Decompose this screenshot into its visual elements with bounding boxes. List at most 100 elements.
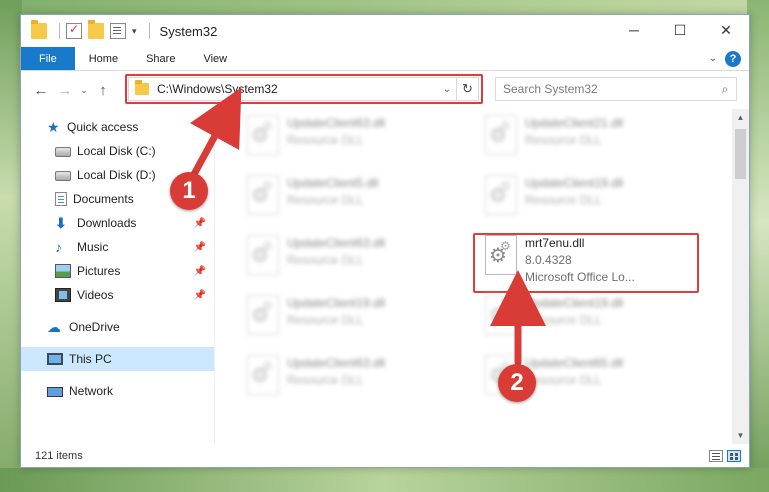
close-button[interactable]: ✕ xyxy=(703,15,749,45)
videos-icon xyxy=(55,288,71,302)
vertical-scrollbar[interactable]: ▲ ▼ xyxy=(732,109,749,444)
properties-check-icon[interactable] xyxy=(66,22,82,39)
sidebar-item-label: Music xyxy=(77,240,109,254)
dll-file-icon xyxy=(247,295,279,335)
cloud-icon: ☁ xyxy=(47,319,61,335)
sidebar-item-music[interactable]: ♪ Music 📌 xyxy=(21,235,214,259)
sidebar-item-videos[interactable]: Videos 📌 xyxy=(21,283,214,307)
quick-access-toolbar: ▾ System32 xyxy=(21,15,217,47)
help-icon[interactable]: ? xyxy=(725,51,741,67)
sidebar-item-local-disk-c[interactable]: Local Disk (C:) xyxy=(21,139,214,163)
sidebar-item-label: Downloads xyxy=(77,216,137,230)
pictures-icon xyxy=(55,264,71,278)
search-box[interactable]: ⌕ xyxy=(495,77,737,101)
dll-file-icon xyxy=(247,235,279,275)
chevron-down-icon[interactable]: ▾ xyxy=(132,26,137,37)
file-type: Microsoft Office Lo... xyxy=(525,270,635,284)
file-explorer-window: ▾ System32 ─ ☐ ✕ File Home Share View ⌄ … xyxy=(20,14,750,468)
file-type: Resource DLL xyxy=(525,313,602,327)
toolbar-divider xyxy=(148,23,150,39)
minimize-button[interactable]: ─ xyxy=(611,15,657,45)
pin-icon[interactable]: 📌 xyxy=(194,290,206,301)
new-folder-icon[interactable] xyxy=(88,20,104,39)
file-type: Resource DLL xyxy=(287,373,364,387)
toolbar-divider xyxy=(59,23,60,39)
title-bar: ▾ System32 ─ ☐ ✕ xyxy=(21,15,749,47)
up-button[interactable]: ↑ xyxy=(91,78,115,102)
pin-icon[interactable]: 📌 xyxy=(194,242,206,253)
file-name: UpdateClient19.dll xyxy=(525,296,624,310)
back-button[interactable]: ← xyxy=(29,78,53,102)
details-view-icon[interactable] xyxy=(709,450,723,462)
sidebar-item-network[interactable]: Network xyxy=(21,379,214,403)
chevron-down-icon[interactable]: ⌄ xyxy=(438,84,456,95)
customize-icon[interactable] xyxy=(110,23,126,39)
star-icon: ★ xyxy=(47,119,60,135)
documents-icon xyxy=(55,192,67,206)
navigation-bar: ← → ⌄ ↑ C:\Windows\System32 ⌄ ↻ ⌕ xyxy=(21,71,749,109)
dll-file-icon xyxy=(485,115,517,155)
sidebar-item-pictures[interactable]: Pictures 📌 xyxy=(21,259,214,283)
pin-icon[interactable]: 📌 xyxy=(194,266,206,277)
dll-file-icon xyxy=(247,355,279,395)
refresh-button[interactable]: ↻ xyxy=(456,78,478,100)
file-item-mrt7enu[interactable]: mrt7enu.dll 8.0.4328 Microsoft Office Lo… xyxy=(479,231,699,284)
search-input[interactable] xyxy=(503,82,714,96)
address-path[interactable]: C:\Windows\System32 xyxy=(157,82,438,96)
sidebar-item-onedrive[interactable]: ☁ OneDrive xyxy=(21,315,214,339)
sidebar-item-label: This PC xyxy=(69,352,112,366)
large-icons-view-icon[interactable] xyxy=(727,450,741,462)
scroll-up-arrow-icon[interactable]: ▲ xyxy=(732,109,749,126)
file-item[interactable]: UpdateClient21.dll Resource DLL xyxy=(479,111,699,163)
navigation-pane: ★ Quick access Local Disk (C:) Local Dis… xyxy=(21,109,215,444)
file-name: UpdateClient65.dll xyxy=(525,356,624,370)
file-name: UpdateClient63.dll xyxy=(287,236,386,250)
music-icon: ♪ xyxy=(55,239,62,255)
file-name: mrt7enu.dll xyxy=(525,236,585,250)
maximize-button[interactable]: ☐ xyxy=(657,15,703,45)
forward-button[interactable]: → xyxy=(53,78,77,102)
desktop-background-right xyxy=(747,0,769,492)
file-name: UpdateClient21.dll xyxy=(525,116,624,130)
sidebar-item-label: Network xyxy=(69,384,114,398)
dll-file-icon xyxy=(247,175,279,215)
dll-file-icon xyxy=(485,295,517,335)
sidebar-item-label: OneDrive xyxy=(69,320,120,334)
file-type: Resource DLL xyxy=(287,193,364,207)
recent-locations-button[interactable]: ⌄ xyxy=(77,78,91,102)
file-item[interactable]: UpdateClient19.dll Resource DLL xyxy=(479,171,699,223)
tab-file[interactable]: File xyxy=(21,47,75,70)
file-item[interactable]: UpdateClient19.dll Resource DLL xyxy=(479,291,699,343)
expand-ribbon-chevron-icon[interactable]: ⌄ xyxy=(703,47,723,70)
file-item[interactable]: UpdateClient63.dll Resource DLL xyxy=(241,231,461,283)
address-bar[interactable]: C:\Windows\System32 ⌄ ↻ xyxy=(128,77,479,101)
file-item[interactable]: UpdateClient63.dll Resource DLL xyxy=(241,111,461,163)
content-area: ★ Quick access Local Disk (C:) Local Dis… xyxy=(21,109,749,444)
sidebar-item-label: Videos xyxy=(77,288,114,302)
search-icon[interactable]: ⌕ xyxy=(714,82,736,97)
file-item[interactable]: UpdateClient63.dll Resource DLL xyxy=(241,351,461,403)
folder-icon xyxy=(135,80,149,95)
file-item[interactable]: UpdateClient19.dll Resource DLL xyxy=(241,291,461,343)
window-title: System32 xyxy=(159,23,218,39)
download-icon: ⬇ xyxy=(55,215,67,231)
desktop-background-left xyxy=(0,0,22,492)
file-item[interactable]: UpdateClient5.dll Resource DLL xyxy=(241,171,461,223)
drive-icon xyxy=(55,147,71,157)
sidebar-item-downloads[interactable]: ⬇ Downloads 📌 xyxy=(21,211,214,235)
pin-icon[interactable]: 📌 xyxy=(194,218,206,229)
tab-home[interactable]: Home xyxy=(75,47,132,70)
scrollbar-thumb[interactable] xyxy=(735,129,746,179)
dll-file-icon xyxy=(485,235,517,275)
file-name: UpdateClient19.dll xyxy=(287,296,386,310)
tab-share[interactable]: Share xyxy=(132,47,189,70)
item-count: 121 items xyxy=(35,450,83,462)
network-icon xyxy=(47,387,63,397)
sidebar-item-this-pc[interactable]: This PC xyxy=(21,347,214,371)
scroll-down-arrow-icon[interactable]: ▼ xyxy=(732,427,749,444)
sidebar-item-quick-access[interactable]: ★ Quick access xyxy=(21,115,214,139)
ribbon-tabs: File Home Share View ⌄ ? xyxy=(21,47,749,71)
folder-icon[interactable] xyxy=(31,20,47,39)
tab-view[interactable]: View xyxy=(189,47,241,70)
file-list: UpdateClient63.dll Resource DLL UpdateCl… xyxy=(215,109,749,444)
